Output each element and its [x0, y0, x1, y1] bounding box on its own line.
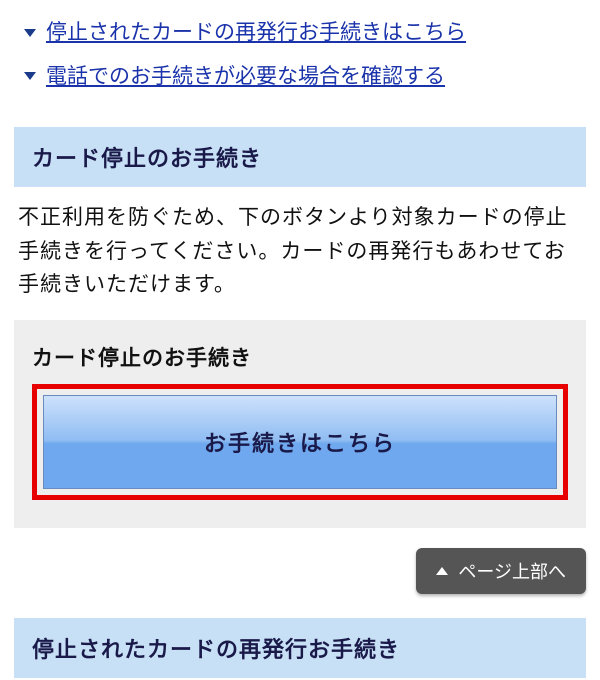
- page-top-label: ページ上部へ: [458, 558, 566, 584]
- section-header-reissue: 停止されたカードの再発行お手続き: [14, 618, 586, 678]
- anchor-link-reissue[interactable]: 停止されたカードの再発行お手続きはこちら: [24, 16, 576, 50]
- section-header-stop-card: カード停止のお手続き: [14, 127, 586, 187]
- proceed-button[interactable]: お手続きはこちら: [43, 395, 557, 489]
- anchor-links: 停止されたカードの再発行お手続きはこちら 電話でのお手続きが必要な場合を確認する: [0, 0, 600, 111]
- section-body-stop-card: 不正利用を防ぐため、下のボタンより対象カードの停止手続きを行ってください。カード…: [0, 201, 600, 320]
- section-header-text: カード停止のお手続き: [32, 141, 568, 173]
- panel-title: カード停止のお手続き: [32, 342, 568, 372]
- button-label: お手続きはこちら: [204, 426, 396, 458]
- caret-down-icon: [24, 29, 36, 37]
- page-top-button[interactable]: ページ上部へ: [416, 548, 586, 594]
- action-panel-stop-card: カード停止のお手続き お手続きはこちら: [14, 320, 586, 528]
- section-header-text: 停止されたカードの再発行お手続き: [32, 632, 568, 664]
- highlight-box: お手続きはこちら: [32, 384, 568, 500]
- chevron-up-icon: [436, 567, 448, 575]
- link-label: 停止されたカードの再発行お手続きはこちら: [46, 16, 466, 50]
- page-top-wrap: ページ上部へ: [0, 528, 600, 602]
- anchor-link-phone[interactable]: 電話でのお手続きが必要な場合を確認する: [24, 60, 576, 94]
- link-label: 電話でのお手続きが必要な場合を確認する: [46, 60, 445, 94]
- caret-down-icon: [24, 72, 36, 80]
